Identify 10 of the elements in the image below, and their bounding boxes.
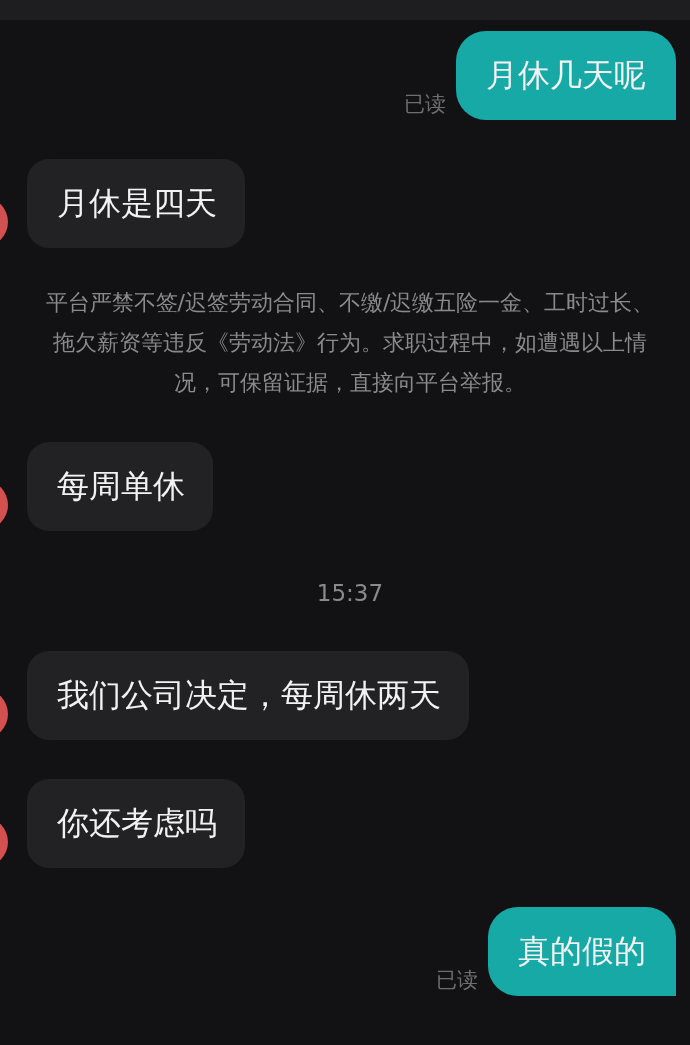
received-message-bubble: 每周单休 xyxy=(27,442,213,531)
received-message-bubble: 我们公司决定，每周休两天 xyxy=(27,651,469,740)
sent-message-bubble: 真的假的 xyxy=(488,907,676,996)
read-receipt: 已读 xyxy=(436,967,478,994)
timestamp: 15:37 xyxy=(315,580,385,606)
platform-notice: 平台严禁不签/迟签劳动合同、不缴/迟缴五险一金、工时过长、拖欠薪资等违反《劳动法》行为。求职过程中，如遭遇以上情况，可保留证据，直接向平台举报。 xyxy=(44,289,656,397)
read-receipt: 已读 xyxy=(404,91,446,118)
received-message-bubble: 你还考虑吗 xyxy=(27,779,245,868)
received-message-bubble: 月休是四天 xyxy=(27,159,245,248)
sent-message-bubble: 月休几天呢 xyxy=(456,31,676,120)
